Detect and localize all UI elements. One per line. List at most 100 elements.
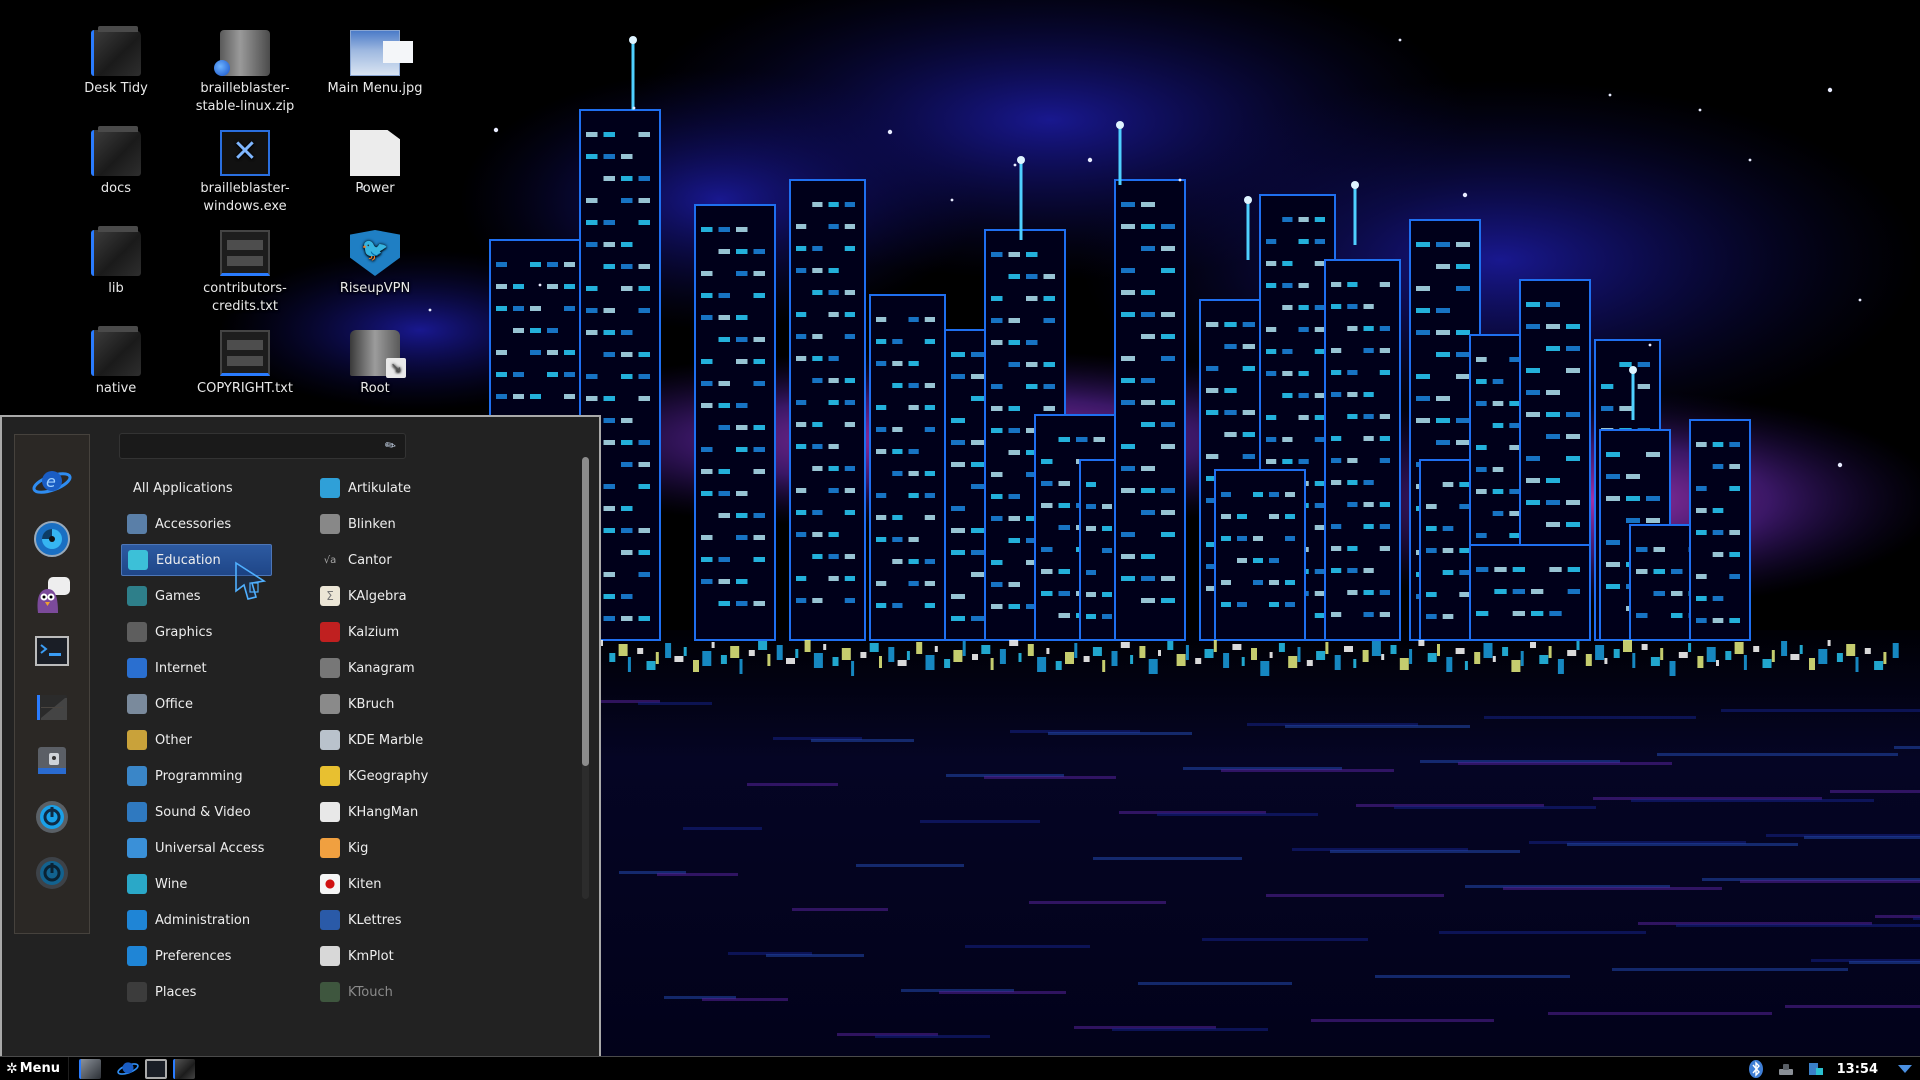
app-kbruch[interactable]: KBruch — [316, 688, 536, 720]
app-label: KGeography — [348, 768, 429, 784]
favorites-panel: e — [14, 434, 90, 934]
favorite-web-browser[interactable]: e — [32, 463, 72, 503]
desktop-icon-label: Desk Tidy — [84, 81, 148, 96]
desktop-icon-label: Root — [360, 381, 390, 396]
app-ktouch[interactable]: KTouch — [316, 976, 536, 1008]
menu-search-input[interactable] — [119, 433, 406, 459]
desktop-icon-main-menu-jpg[interactable]: Main Menu.jpg — [310, 30, 440, 98]
desktop-icon-contributors-credits-txt[interactable]: contributors-credits.txt — [180, 230, 310, 316]
desktop-icon-root[interactable]: Root — [310, 330, 440, 398]
app-label: KBruch — [348, 696, 395, 712]
app-blinken[interactable]: Blinken — [316, 508, 536, 540]
category-internet[interactable]: Internet — [121, 652, 272, 684]
desktop-icon-brailleblaster-windows-exe[interactable]: ✕ brailleblaster-windows.exe — [180, 130, 310, 216]
app-kalgebra[interactable]: Σ KAlgebra — [316, 580, 536, 612]
launcher-show-desktop[interactable] — [79, 1058, 101, 1079]
kalzium-icon — [320, 622, 340, 642]
marble-icon — [320, 730, 340, 750]
taskbar: ✲ Menu 13:54 — [0, 1056, 1920, 1080]
menu-scrollbar-thumb[interactable] — [582, 457, 589, 766]
app-label: KLettres — [348, 912, 402, 928]
favorite-system-settings[interactable] — [32, 519, 72, 559]
tray-bluetooth[interactable] — [1747, 1060, 1765, 1078]
app-kalzium[interactable]: Kalzium — [316, 616, 536, 648]
app-label: Kalzium — [348, 624, 400, 640]
tray-notifications[interactable] — [1896, 1060, 1914, 1078]
desktop-icon-label: native — [95, 381, 137, 396]
category-label: All Applications — [133, 480, 233, 496]
category-universal-access[interactable]: Universal Access — [121, 832, 272, 864]
app-klettres[interactable]: KLettres — [316, 904, 536, 936]
app-label: Blinken — [348, 516, 396, 532]
app-kmplot[interactable]: KmPlot — [316, 940, 536, 972]
preferences-icon — [127, 946, 147, 966]
cantor-icon: √a — [323, 554, 337, 566]
artikulate-icon — [320, 478, 340, 498]
desktop-icon-copyright-txt[interactable]: COPYRIGHT.txt — [180, 330, 310, 398]
app-artikulate[interactable]: Artikulate — [316, 472, 536, 504]
kig-icon — [320, 838, 340, 858]
app-khangman[interactable]: KHangMan — [316, 796, 536, 828]
app-kig[interactable]: Kig — [316, 832, 536, 864]
category-label: Education — [156, 552, 221, 568]
category-preferences[interactable]: Preferences — [121, 940, 272, 972]
clock[interactable]: 13:54 — [1837, 1062, 1878, 1077]
desktop-icon-label: COPYRIGHT.txt — [197, 381, 293, 396]
image-file-icon — [350, 30, 413, 76]
category-administration[interactable]: Administration — [121, 904, 272, 936]
launcher-web-browser[interactable] — [117, 1059, 139, 1079]
launcher-terminal[interactable] — [145, 1058, 167, 1079]
kmplot-icon — [320, 946, 340, 966]
category-accessories[interactable]: Accessories — [121, 508, 272, 540]
category-sound-video[interactable]: Sound & Video — [121, 796, 272, 828]
app-kanagram[interactable]: Kanagram — [316, 652, 536, 684]
favorite-logout[interactable] — [32, 797, 72, 837]
app-kiten[interactable]: Kiten — [316, 868, 536, 900]
klettres-icon — [320, 910, 340, 930]
menu-button[interactable]: ✲ Menu — [0, 1056, 69, 1080]
category-label: Programming — [155, 768, 243, 784]
desktop-icon-lib[interactable]: lib — [51, 226, 181, 298]
browser-icon: e — [32, 471, 72, 494]
favorite-terminal[interactable] — [32, 631, 72, 671]
desktop-icon-desk-tidy[interactable]: Desk Tidy — [51, 26, 181, 98]
app-cantor[interactable]: √a Cantor — [316, 544, 536, 576]
desktop-icon-power[interactable]: Power — [310, 130, 440, 198]
favorite-shutdown[interactable] — [32, 853, 72, 893]
programming-icon — [127, 766, 147, 786]
pidgin-icon — [37, 577, 70, 613]
menu-scrollbar[interactable] — [582, 457, 589, 899]
category-other[interactable]: Other — [121, 724, 272, 756]
favorite-chat-client[interactable] — [32, 575, 72, 615]
app-kde-marble[interactable]: KDE Marble — [316, 724, 536, 756]
category-graphics[interactable]: Graphics — [121, 616, 272, 648]
terminal-icon — [35, 636, 69, 666]
category-label: Games — [155, 588, 201, 604]
network-icon — [1778, 1064, 1793, 1075]
bluetooth-icon — [1748, 1060, 1763, 1078]
category-places[interactable]: Places — [121, 976, 272, 1008]
ktouch-icon — [320, 982, 340, 1002]
tray-network[interactable] — [1777, 1060, 1795, 1078]
archive-icon — [214, 30, 270, 76]
app-label: KTouch — [348, 984, 393, 1000]
category-label: Office — [155, 696, 193, 712]
kalgebra-icon: Σ — [320, 586, 340, 606]
tray-update-manager[interactable] — [1807, 1060, 1825, 1078]
desktop-icon-brailleblaster-stable-linux-zip[interactable]: brailleblaster-stable-linux.zip — [180, 30, 310, 116]
settings-icon — [34, 521, 70, 557]
text-file-icon — [220, 330, 270, 376]
category-all-applications[interactable]: All Applications — [121, 472, 272, 504]
desktop-icon-native[interactable]: native — [51, 326, 181, 398]
desktop-icon-riseupvpn[interactable]: 🐦 RiseupVPN — [310, 230, 440, 298]
category-wine[interactable]: Wine — [121, 868, 272, 900]
desktop-icon-label: RiseupVPN — [339, 281, 411, 296]
launcher-file-manager[interactable] — [173, 1058, 195, 1079]
logout-icon — [36, 801, 68, 833]
category-programming[interactable]: Programming — [121, 760, 272, 792]
app-kgeography[interactable]: KGeography — [316, 760, 536, 792]
favorite-lock-screen[interactable] — [32, 741, 72, 781]
desktop-icon-docs[interactable]: docs — [51, 126, 181, 198]
blinken-icon — [320, 514, 340, 534]
category-office[interactable]: Office — [121, 688, 272, 720]
